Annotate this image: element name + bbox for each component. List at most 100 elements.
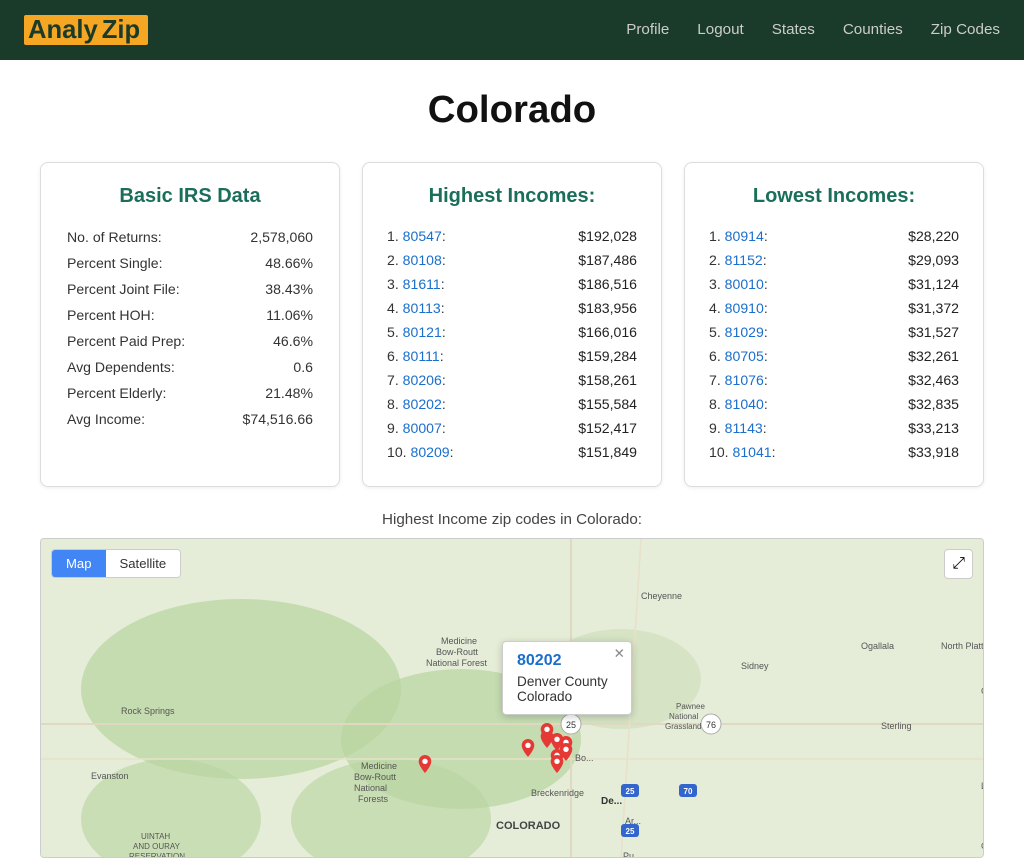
zip-link[interactable]: 80209 [410,444,449,460]
svg-text:Grassland: Grassland [665,722,701,731]
zip-link[interactable]: 80113 [403,300,441,316]
income-amount: $192,028 [578,228,637,244]
zip-link[interactable]: 80206 [403,372,442,388]
svg-text:National: National [669,712,699,721]
navbar: AnalyZip Profile Logout States Counties … [0,0,1024,60]
list-item: 4. 80910:$31,372 [709,296,959,320]
irs-table: No. of Returns:2,578,060Percent Single:4… [65,224,315,432]
logo-highlight: AnalyZip [24,15,148,45]
income-amount: $32,463 [908,372,959,388]
zip-link[interactable]: 80108 [403,252,442,268]
income-amount: $186,516 [578,276,637,292]
svg-text:Colby: Colby [981,841,983,851]
irs-value: 48.66% [220,250,315,276]
income-amount: $187,486 [578,252,637,268]
irs-label: Avg Income: [65,406,220,432]
highest-incomes-card: Highest Incomes: 1. 80547: $192,028 2. 801… [362,162,662,487]
zip-link[interactable]: 81076 [725,372,764,388]
map-type-controls: Map Satellite [51,549,181,578]
list-item: 1. 80547: $192,028 [387,224,637,248]
cards-row: Basic IRS Data No. of Returns:2,578,060P… [0,152,1024,511]
svg-text:De...: De... [601,796,622,807]
income-rank: 6. 80705: [709,348,768,364]
map-tab-map[interactable]: Map [52,550,106,577]
nav-links: Profile Logout States Counties Zip Codes [626,21,1000,39]
lowest-income-list: 1. 80914:$28,2202. 81152:$29,0933. 80010… [709,224,959,464]
basic-irs-title: Basic IRS Data [65,185,315,208]
income-rank: 5. 81029: [709,324,768,340]
zip-link[interactable]: 80010 [725,276,764,292]
irs-label: No. of Returns: [65,224,220,250]
income-amount: $32,261 [908,348,959,364]
income-amount: $151,849 [578,444,637,460]
lowest-incomes-card: Lowest Incomes: 1. 80914:$28,2202. 81152… [684,162,984,487]
zip-link[interactable]: 80547 [403,228,442,244]
list-item: 1. 80914:$28,220 [709,224,959,248]
nav-logout[interactable]: Logout [697,21,743,38]
irs-label: Percent Single: [65,250,220,276]
zip-link[interactable]: 81040 [725,396,764,412]
svg-text:National Forest: National Forest [426,658,488,668]
svg-text:25: 25 [626,787,635,796]
map-subtitle: Highest Income zip codes in Colorado: [0,511,1024,528]
svg-text:Evanston: Evanston [91,771,129,781]
zip-link[interactable]: 80910 [725,300,764,316]
map-pin[interactable] [521,739,535,757]
zip-link[interactable]: 80007 [403,420,442,436]
table-row: Percent Elderly:21.48% [65,380,315,406]
zip-link[interactable]: 80705 [725,348,764,364]
map-tab-satellite[interactable]: Satellite [106,550,181,577]
income-amount: $29,093 [908,252,959,268]
irs-value: 38.43% [220,276,315,302]
income-amount: $166,016 [578,324,637,340]
svg-text:Sidney: Sidney [741,661,769,671]
nav-profile[interactable]: Profile [626,21,669,38]
list-item: 3. 81611:$186,516 [387,272,637,296]
svg-text:Ar...: Ar... [625,816,641,826]
nav-states[interactable]: States [772,21,815,38]
map-wrapper: 25 76 Rock Springs Evanston Medicine Bow… [40,538,984,858]
svg-text:Rock Springs: Rock Springs [121,706,175,716]
map-pin[interactable] [418,755,432,773]
svg-text:National: National [354,783,387,793]
zip-link[interactable]: 80202 [403,396,442,412]
irs-label: Percent Paid Prep: [65,328,220,354]
irs-label: Avg Dependents: [65,354,220,380]
table-row: Percent Single:48.66% [65,250,315,276]
zip-link[interactable]: 80914 [725,228,764,244]
irs-label: Percent Joint File: [65,276,220,302]
map-pin[interactable] [550,733,564,751]
svg-text:UINTAH: UINTAH [141,832,170,841]
list-item: 2. 80108:$187,486 [387,248,637,272]
list-item: 9. 80007:$152,417 [387,416,637,440]
svg-text:Forests: Forests [358,794,389,804]
income-amount: $152,417 [578,420,637,436]
map-popup-close[interactable]: ✕ [614,646,625,662]
zip-link[interactable]: 81152 [725,252,763,268]
zip-link[interactable]: 81041 [732,444,771,460]
nav-counties[interactable]: Counties [843,21,903,38]
svg-text:70: 70 [684,787,693,796]
highest-incomes-title: Highest Incomes: [387,185,637,208]
zip-link[interactable]: 80111 [403,348,440,364]
income-rank: 1. 80547: [387,228,446,244]
income-rank: 6. 80111: [387,348,444,364]
income-rank: 5. 80121: [387,324,446,340]
logo[interactable]: AnalyZip [24,16,148,45]
zip-link[interactable]: 81143 [725,420,763,436]
map-expand-button[interactable]: ⤢ [944,549,973,579]
zip-link[interactable]: 80121 [403,324,442,340]
map-popup-state: Colorado [517,689,617,704]
map-popup-zip[interactable]: 80202 [517,652,617,670]
list-item: 7. 81076:$32,463 [709,368,959,392]
nav-zipcodes[interactable]: Zip Codes [931,21,1000,38]
income-amount: $31,527 [908,324,959,340]
svg-text:Gothenburg: Gothenburg [981,686,983,696]
table-row: Percent Paid Prep:46.6% [65,328,315,354]
zip-link[interactable]: 81029 [725,324,764,340]
table-row: Avg Income:$74,516.66 [65,406,315,432]
svg-text:25: 25 [566,720,576,730]
list-item: 8. 80202:$155,584 [387,392,637,416]
zip-link[interactable]: 81611 [403,276,441,292]
irs-value: $74,516.66 [220,406,315,432]
